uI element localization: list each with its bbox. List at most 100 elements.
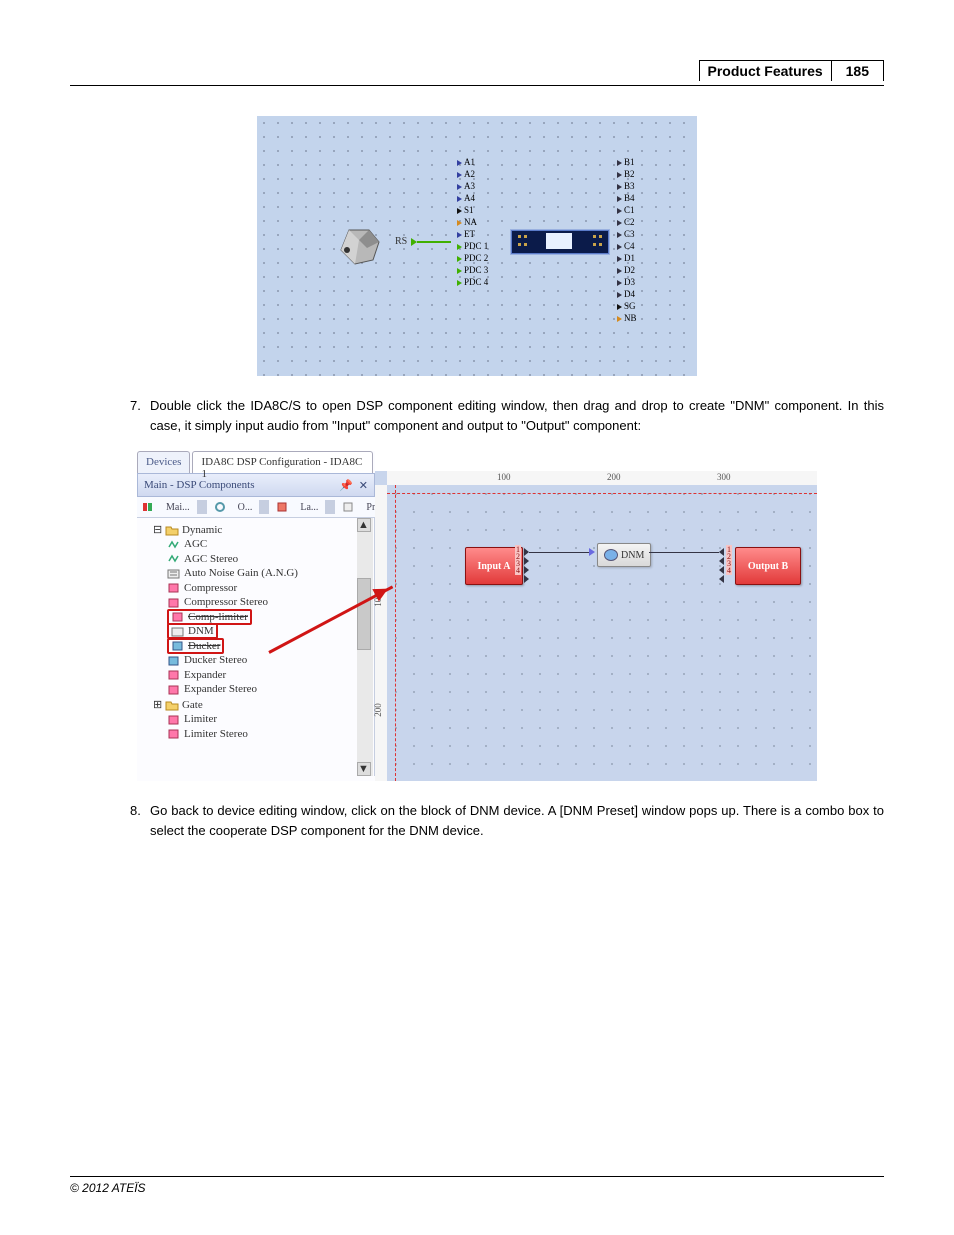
- panel-subtabs: Mai... O... La... Pr...: [137, 497, 375, 518]
- component-tree[interactable]: ⊟ Dynamic AGC AGC Stereo Auto Noise Gain…: [137, 518, 375, 776]
- step-8-text: Go back to device editing window, click …: [150, 803, 884, 838]
- block-dnm[interactable]: DNM: [597, 543, 651, 567]
- tree-item-ducker-stereo[interactable]: Ducker Stereo: [184, 654, 247, 666]
- tree-item-ang[interactable]: Auto Noise Gain (A.N.G): [184, 567, 298, 579]
- main-tab-icon: [137, 501, 159, 513]
- header-page-number: 185: [831, 60, 884, 81]
- port-s1: S1: [464, 205, 474, 215]
- folder-icon: [165, 524, 179, 536]
- instruction-step-8: 8.Go back to device editing window, clic…: [150, 801, 884, 840]
- step-8-number: 8.: [130, 801, 150, 821]
- port-d4: D4: [624, 289, 635, 299]
- pin-icon[interactable]: 📌: [339, 479, 353, 492]
- rs-device-icon[interactable]: [337, 226, 381, 269]
- footer-rule: [70, 1176, 884, 1177]
- step-7-number: 7.: [130, 396, 150, 416]
- dsp-config-window: Devices IDA8C DSP Configuration - IDA8C …: [137, 451, 817, 781]
- tree-expand-icon[interactable]: ⊞: [153, 699, 162, 711]
- port-pdc2: PDC 2: [464, 253, 488, 263]
- block-output-b[interactable]: Output B: [735, 547, 801, 585]
- dsp-canvas[interactable]: 100 200 300 100 200 Input A 1234: [375, 451, 817, 781]
- tree-collapse-icon[interactable]: ⊟: [153, 524, 162, 536]
- rs-wire: [417, 241, 451, 243]
- port-pdc4: PDC 4: [464, 277, 488, 287]
- port-c3: C3: [624, 229, 635, 239]
- tab-devices[interactable]: Devices: [137, 451, 190, 473]
- port-pdc1: PDC 1: [464, 241, 488, 251]
- port-a4: A4: [464, 193, 475, 203]
- o-tab-icon: [209, 501, 231, 513]
- tree-item-expander-stereo[interactable]: Expander Stereo: [184, 683, 257, 695]
- tree-item-agc[interactable]: AGC: [184, 538, 207, 550]
- scroll-thumb[interactable]: [357, 578, 371, 650]
- tree-node-dynamic[interactable]: Dynamic: [182, 524, 222, 536]
- port-c2: C2: [624, 217, 635, 227]
- dnm-disk-icon: [604, 549, 618, 561]
- panel-titlebar: Main - DSP Components 📌 ✕: [137, 473, 375, 497]
- port-et: ET: [464, 229, 475, 239]
- close-icon[interactable]: ✕: [359, 479, 368, 492]
- port-d2: D2: [624, 265, 635, 275]
- wire-input-dnm: [529, 552, 589, 553]
- header-section-title: Product Features: [699, 60, 831, 81]
- tree-item-limiter-stereo[interactable]: Limiter Stereo: [184, 728, 248, 740]
- window-tabs: Devices IDA8C DSP Configuration - IDA8C …: [137, 451, 375, 473]
- port-sg: SG: [624, 301, 636, 311]
- port-d1: D1: [624, 253, 635, 263]
- tree-item-limiter[interactable]: Limiter: [184, 713, 217, 725]
- step-7-text: Double click the IDA8C/S to open DSP com…: [150, 398, 884, 433]
- rs-label: RS: [395, 236, 407, 247]
- port-na: NA: [464, 217, 477, 227]
- scroll-down-icon[interactable]: ▼: [357, 762, 371, 776]
- tree-item-expander[interactable]: Expander: [184, 669, 226, 681]
- port-b2: B2: [624, 169, 635, 179]
- canvas-margin-h: [387, 493, 817, 494]
- tree-item-agc-stereo[interactable]: AGC Stereo: [184, 553, 238, 565]
- canvas-body[interactable]: Input A 1234 DNM 1234 Output B: [387, 485, 817, 781]
- wire-dnm-output: [649, 552, 719, 553]
- ruler-h-200: 200: [607, 472, 621, 482]
- ida8c-device-block[interactable]: [511, 230, 609, 254]
- tree-node-gate[interactable]: Gate: [182, 699, 203, 711]
- port-a1: A1: [464, 157, 475, 167]
- canvas-grid: [387, 485, 817, 781]
- scroll-up-icon[interactable]: ▲: [357, 518, 371, 532]
- subtab-o[interactable]: O...: [233, 502, 258, 513]
- ruler-h-300: 300: [717, 472, 731, 482]
- ruler-h-100: 100: [497, 472, 511, 482]
- left-port-list: A1 A2 A3 A4 S1 NA ET PDC 1 PDC 2 PDC 3 P…: [457, 156, 488, 288]
- tree-item-compressor-stereo[interactable]: Compressor Stereo: [184, 596, 268, 608]
- subtab-main[interactable]: Mai...: [161, 502, 195, 513]
- device-screen: [546, 233, 572, 249]
- document-page: Product Features 185 RS A1 A2 A3 A4 S1 N…: [0, 0, 954, 1235]
- port-c1: C1: [624, 205, 635, 215]
- tree-scrollbar[interactable]: ▲ ▼: [357, 518, 373, 776]
- port-b1: B1: [624, 157, 635, 167]
- wire-arrow-icon: [589, 548, 595, 556]
- port-b3: B3: [624, 181, 635, 191]
- header-rule: [70, 85, 884, 86]
- tree-item-compressor[interactable]: Compressor: [184, 582, 237, 594]
- port-pdc3: PDC 3: [464, 265, 488, 275]
- device-edit-diagram: RS A1 A2 A3 A4 S1 NA ET PDC 1 PDC 2 PDC …: [257, 116, 697, 376]
- tree-item-dnm[interactable]: DNM: [188, 625, 214, 637]
- right-port-list: B1 B2 B3 B4 C1 C2 C3 C4 D1 D2 D3 D4 SG N…: [617, 156, 637, 324]
- port-a3: A3: [464, 181, 475, 191]
- tree-item-comp-limiter[interactable]: Comp-limiter: [188, 611, 248, 623]
- port-a2: A2: [464, 169, 475, 179]
- folder-icon: [165, 699, 179, 711]
- port-b4: B4: [624, 193, 635, 203]
- page-header: Product Features 185: [70, 60, 884, 81]
- ruler-horizontal: 100 200 300: [387, 471, 817, 486]
- pr-tab-icon: [337, 501, 359, 513]
- port-d3: D3: [624, 277, 635, 287]
- tree-item-ducker[interactable]: Ducker: [188, 640, 220, 652]
- tab-dsp-config[interactable]: IDA8C DSP Configuration - IDA8C 1: [192, 451, 373, 473]
- port-nb: NB: [624, 313, 637, 323]
- la-tab-icon: [271, 501, 293, 513]
- subtab-la[interactable]: La...: [295, 502, 323, 513]
- panel-title-text: Main - DSP Components: [144, 479, 255, 491]
- instruction-step-7: 7.Double click the IDA8C/S to open DSP c…: [150, 396, 884, 435]
- copyright-footer: © 2012 ATEÏS: [70, 1181, 884, 1195]
- canvas-margin-v: [395, 485, 396, 781]
